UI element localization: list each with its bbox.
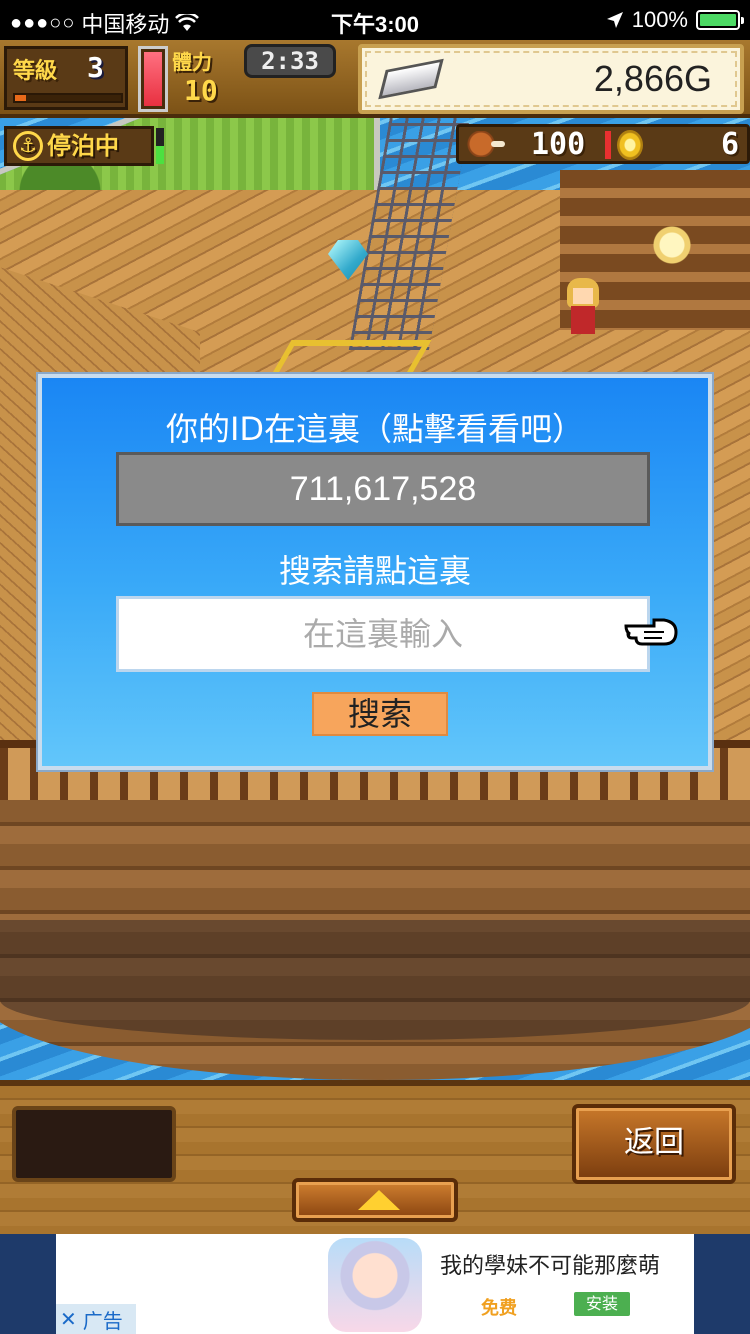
pointing-hand-icon	[624, 618, 678, 646]
hud-row2: ⚓ 停泊中 100 6	[0, 122, 750, 168]
level-panel: 等級 3	[4, 46, 128, 110]
status-bar: ●●●○○ 中国移动 下午3:00 100%	[0, 0, 750, 40]
ad-install-button[interactable]: 安装	[574, 1292, 630, 1316]
stamina-gauge	[138, 46, 168, 112]
status-badge-label: 停泊中	[47, 132, 119, 160]
player-id-box[interactable]: 711,617,528	[116, 452, 650, 526]
level-label: 等級	[13, 59, 58, 84]
ad-close-icon[interactable]: ✕	[60, 1307, 77, 1331]
resource-panel: 100 6	[456, 124, 750, 164]
ad-content[interactable]: 我的學妹不可能那麼萌 免费 安装	[56, 1234, 694, 1334]
search-label: 搜索請點這裏	[278, 552, 471, 590]
lantern-icon	[652, 220, 692, 270]
stamina-value: 10	[184, 74, 218, 107]
up-arrow-icon	[358, 1190, 400, 1210]
status-badge: ⚓ 停泊中	[4, 126, 154, 166]
ad-free-label: 免费	[481, 1298, 517, 1319]
back-button[interactable]: 返回	[572, 1104, 736, 1184]
coin-icon	[617, 130, 643, 160]
silver-bar-icon	[378, 58, 444, 100]
stamina-fill	[144, 52, 162, 106]
search-input[interactable]: 在這裏輸入	[116, 596, 650, 672]
stamina-label: 體力	[172, 50, 212, 74]
location-arrow-icon	[606, 12, 623, 28]
ad-title[interactable]: 我的學妹不可能那麼萌	[440, 1248, 660, 1280]
bottom-left-slot[interactable]	[12, 1106, 176, 1182]
ad-banner[interactable]: 我的學妹不可能那麼萌 免费 安装 ✕ 广告	[0, 1234, 750, 1334]
ad-app-icon[interactable]	[328, 1238, 422, 1332]
gold-value: 2,866G	[593, 58, 712, 99]
battery-percent: 100%	[631, 7, 688, 32]
food-gauge	[605, 131, 611, 159]
hull-shadow	[0, 920, 750, 1040]
top-hud: 等級 3 體力 10 2:33 2,866G	[0, 40, 750, 118]
crew-character[interactable]	[563, 278, 603, 342]
gold-panel: 2,866G	[358, 44, 744, 114]
anchor-icon: ⚓	[13, 131, 43, 161]
expand-menu-button[interactable]	[292, 1178, 458, 1222]
exp-fill	[15, 95, 26, 101]
exp-bar	[13, 93, 123, 103]
dialog-title: 你的ID在這裏（點擊看看吧）	[165, 410, 585, 448]
battery-icon	[696, 10, 744, 30]
level-value: 3	[87, 51, 104, 84]
bottom-hud: 返回	[0, 1080, 750, 1235]
food-value: 100	[531, 127, 586, 162]
food-icon	[467, 131, 507, 157]
ad-label-text: 广告	[82, 1308, 123, 1333]
search-button[interactable]: 搜索	[312, 692, 448, 736]
friend-search-dialog: 你的ID在這裏（點擊看看吧） 711,617,528 搜索請點這裏 在這裏輸入 …	[38, 374, 712, 770]
coin-value: 6	[720, 127, 739, 162]
stamina-timer: 2:33	[244, 44, 336, 78]
status-gauge	[156, 128, 164, 164]
ad-label[interactable]: ✕ 广告	[56, 1304, 136, 1334]
